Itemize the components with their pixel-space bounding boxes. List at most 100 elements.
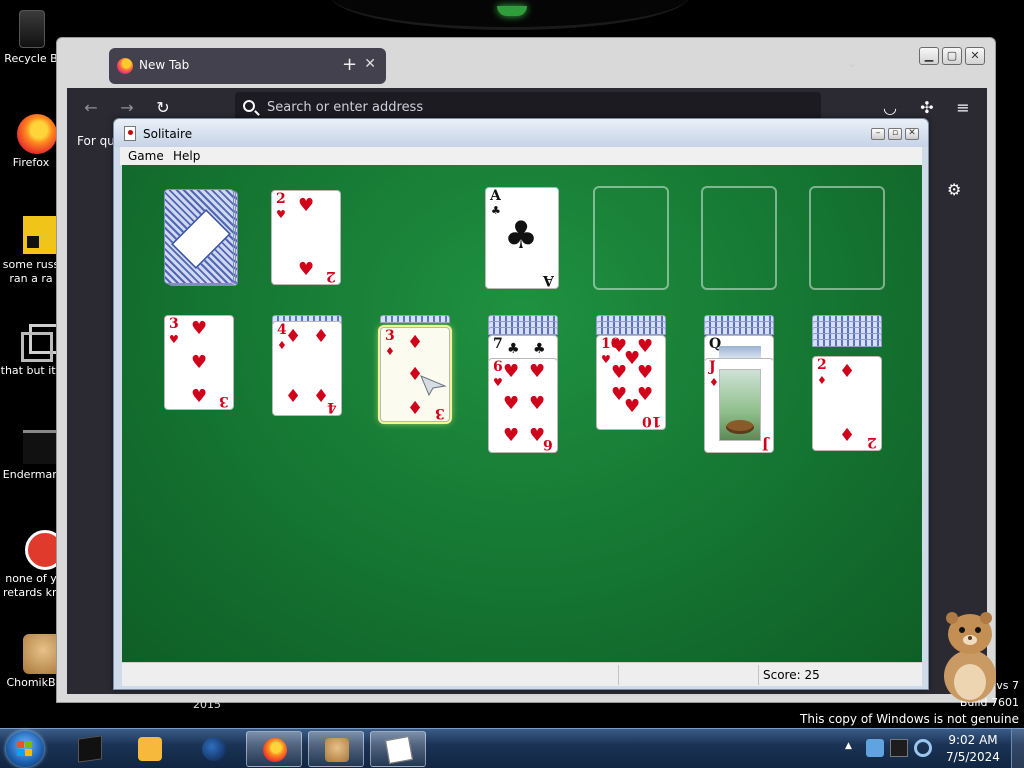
card-suit: ♦ (709, 376, 719, 389)
minimize-button[interactable]: ▁ (919, 47, 939, 65)
desktop-icon-shortcut[interactable]: some russ ran a ra (0, 214, 62, 286)
card-pip: ♣ (533, 341, 546, 357)
maximize-button[interactable]: ▢ (942, 47, 962, 65)
close-button[interactable]: ✕ (965, 47, 985, 65)
reload-icon[interactable]: ↻ (153, 98, 173, 118)
card-pip: ♥ (191, 352, 208, 373)
card-suit: ♥ (601, 353, 611, 366)
tab-list-icon[interactable]: ⌄ (847, 56, 857, 70)
jack-art (719, 369, 761, 441)
clock-date[interactable]: 7/5/2024 (943, 750, 1003, 764)
card-pip: ♥ (637, 362, 654, 383)
hidden-card (812, 339, 882, 347)
desktop-icon-folder[interactable]: that but its (0, 320, 62, 378)
show-desktop-button[interactable] (1011, 729, 1024, 768)
waste-card[interactable]: 2 ♥ ♥ ♥ 2 (271, 190, 341, 285)
card-rank: 10 (641, 413, 661, 429)
tableau-card[interactable]: 10 ♥ ♥ ♥ ♥ ♥ ♥ ♥ ♥ ♥ 10 (596, 335, 666, 430)
game-board: 2 ♥ ♥ ♥ 2 A ♣ ♣ A 3 ♥ ♥ ♥ ♥ 3 4 ♦ ♦ ♦ ♦ … (122, 165, 922, 662)
shortcuts-hint: For qui (77, 134, 119, 148)
desktop-icon-label-line2: ran a ra (9, 272, 53, 285)
tab-title: New Tab (139, 58, 190, 72)
card-pip: ♥ (191, 386, 208, 407)
forward-icon[interactable]: → (117, 98, 137, 118)
solitaire-icon (385, 736, 413, 764)
menu-game[interactable]: Game (128, 149, 164, 163)
address-bar-placeholder: Search or enter address (267, 100, 424, 115)
volume-icon[interactable] (914, 739, 932, 757)
card-pip: ♦ (285, 326, 302, 347)
card-rank: 3 (219, 393, 229, 409)
card-pip: ♣ (504, 213, 539, 257)
terminal-icon (78, 735, 102, 763)
hidden-card (380, 315, 450, 323)
clock-time[interactable]: 9:02 AM (943, 733, 1003, 747)
desktop-icon-app[interactable]: none of y retards kn (0, 528, 65, 600)
card-rank: 4 (327, 399, 337, 415)
folder-icon (9, 320, 61, 364)
tableau-card[interactable]: 3 ♥ ♥ ♥ ♥ 3 (164, 315, 234, 410)
status-divider (618, 665, 619, 685)
close-tab-icon[interactable]: ✕ (364, 56, 376, 72)
taskbar-chomikbox[interactable] (308, 731, 364, 767)
menu-help[interactable]: Help (173, 149, 200, 163)
foundation-empty-slot[interactable] (809, 186, 885, 290)
hidden-card (704, 327, 774, 335)
start-button[interactable] (6, 731, 44, 767)
taskbar-media-player[interactable] (122, 731, 178, 767)
card-pip: ♥ (529, 361, 546, 382)
card-pip: ♥ (503, 393, 520, 414)
desktop-icon-firefox[interactable]: Firefox (0, 112, 62, 170)
new-tab-button[interactable]: + (342, 54, 357, 75)
taskbar-firefox[interactable] (246, 731, 302, 767)
card-back[interactable] (164, 189, 234, 284)
chomikbox-icon (325, 738, 349, 762)
gear-icon[interactable]: ⚙ (947, 180, 961, 199)
card-pip: ♦ (313, 326, 330, 347)
foundation-empty-slot[interactable] (593, 186, 669, 290)
card-pip: ♦ (839, 361, 856, 382)
card-pip: ♣ (507, 341, 520, 357)
windows-watermark-line3: This copy of Windows is not genuine (800, 712, 1019, 726)
desktop-icon-enderman[interactable]: Enderman (0, 424, 62, 482)
card-pip: ♦ (407, 332, 424, 353)
pocket-icon[interactable]: ◡ (880, 98, 900, 118)
tableau-card-selected[interactable]: 3 ♦ ♦ ♦ ♦ 3 (380, 327, 450, 422)
card-suit: ♥ (276, 208, 286, 221)
minimize-button[interactable]: – (871, 128, 885, 140)
card-pip: ♥ (298, 259, 315, 280)
desktop-icon-recycle-bin[interactable]: Recycle B (0, 8, 62, 66)
card-rank: A (543, 272, 554, 288)
show-hidden-icons-button[interactable]: ▲ (845, 741, 852, 751)
maximize-button[interactable]: ▫ (888, 128, 902, 140)
extensions-icon[interactable]: ✣ (917, 98, 937, 118)
foundation-empty-slot[interactable] (701, 186, 777, 290)
taskbar-globe[interactable] (186, 731, 242, 767)
tableau-card[interactable]: J ♦ J (704, 358, 774, 453)
tableau-card[interactable]: 2 ♦ ♦ ♦ 2 (812, 356, 882, 451)
tableau-card[interactable]: 6 ♥ ♥ ♥ ♥ ♥ ♥ ♥ 6 (488, 358, 558, 453)
close-button[interactable]: ✕ (905, 128, 919, 140)
card-suit: ♦ (817, 374, 827, 387)
hamster-sticker (944, 612, 996, 702)
card-rank: 6 (493, 359, 503, 375)
card-rank: 3 (435, 405, 445, 421)
firefox-icon (9, 112, 57, 156)
network-icon[interactable] (866, 739, 884, 757)
card-suit: ♣ (491, 204, 501, 217)
display-icon[interactable] (890, 739, 908, 757)
menu-icon[interactable]: ≡ (953, 98, 973, 118)
tableau-card[interactable]: 4 ♦ ♦ ♦ ♦ ♦ 4 (272, 321, 342, 416)
foundation-clubs[interactable]: A ♣ ♣ A (485, 187, 559, 289)
card-suit: ♥ (169, 333, 179, 346)
taskbar-solitaire[interactable] (370, 731, 426, 767)
score-text: Score: 25 (763, 668, 820, 682)
windows-logo-icon (17, 741, 33, 757)
desktop-icon-chomikbox[interactable]: ChomikB (0, 632, 63, 690)
desktop-icon-label: Recycle B (4, 52, 58, 65)
card-rank: 3 (385, 328, 395, 344)
taskbar-terminal[interactable] (62, 731, 118, 767)
back-icon[interactable]: ← (81, 98, 101, 118)
solitaire-title-bar[interactable]: Solitaire – ▫ ✕ (114, 119, 928, 147)
card-pip: ♥ (503, 361, 520, 382)
